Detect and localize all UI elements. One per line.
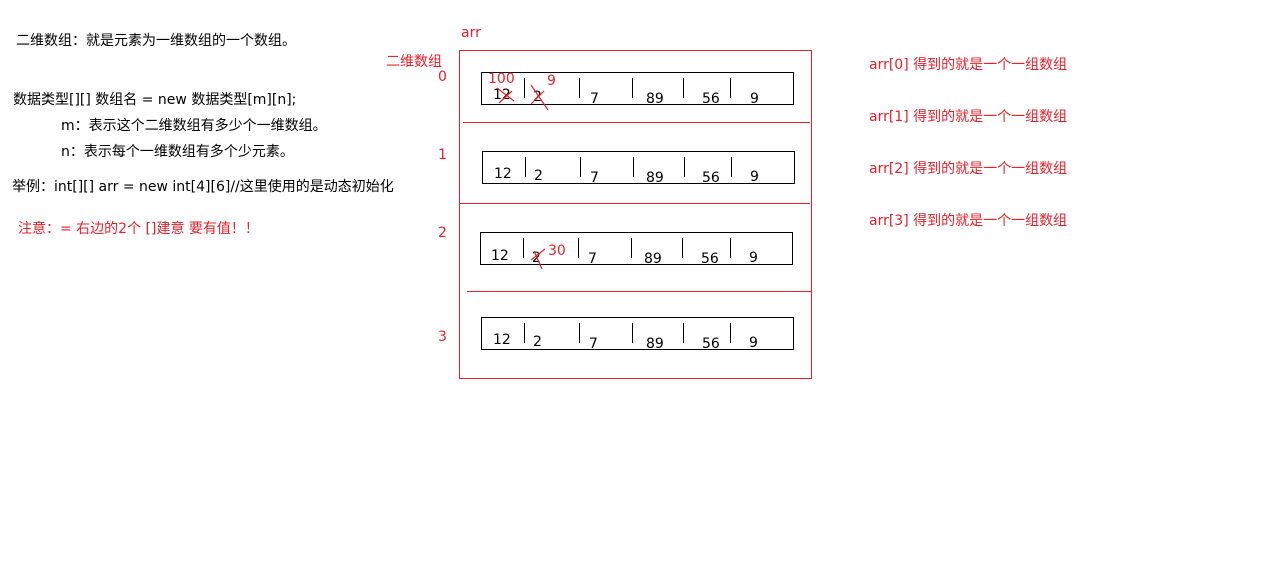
- strike-mark: [496, 87, 515, 102]
- arr-0-description: arr[0] 得到的就是一个一组数组: [869, 57, 1068, 73]
- arr-2-description: arr[2] 得到的就是一个一组数组: [869, 161, 1068, 177]
- strike-mark: [530, 84, 549, 111]
- arr-1-description: arr[1] 得到的就是一个一组数组: [869, 109, 1068, 125]
- strike-marks: [496, 84, 549, 270]
- strike-mark: [530, 248, 546, 261]
- strike-mark: [498, 90, 513, 104]
- arr-3-description: arr[3] 得到的就是一个一组数组: [869, 213, 1068, 229]
- strike-mark: [533, 250, 543, 270]
